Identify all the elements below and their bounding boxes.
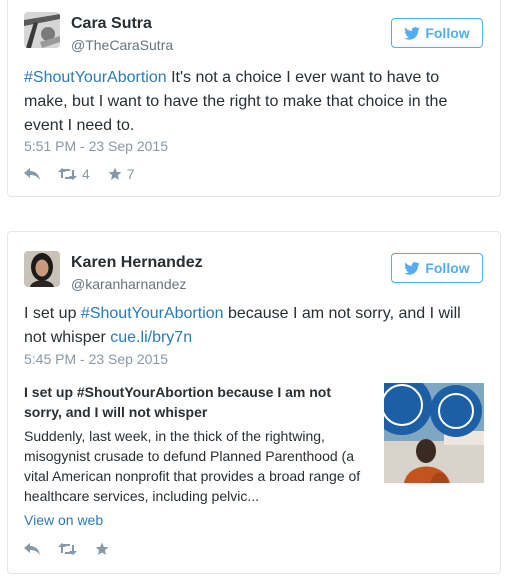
star-icon bbox=[108, 167, 122, 180]
card-description: Suddenly, last week, in the thick of the… bbox=[24, 428, 361, 504]
tweet-text: I set up #ShoutYourAbortion because I am… bbox=[24, 302, 484, 350]
reply-icon bbox=[24, 543, 40, 555]
link-preview-card[interactable]: I set up #ShoutYourAbortion because I am… bbox=[24, 382, 484, 507]
reply-button[interactable] bbox=[24, 168, 40, 180]
tweet-card: Karen Hernandez @karanharnandez Follow I… bbox=[7, 231, 501, 574]
follow-label: Follow bbox=[425, 260, 470, 276]
favorite-button[interactable] bbox=[95, 542, 109, 556]
follow-button[interactable]: Follow bbox=[391, 18, 483, 48]
reply-icon bbox=[24, 168, 40, 180]
favorite-count: 7 bbox=[126, 166, 135, 182]
bird-icon bbox=[404, 261, 421, 275]
retweet-button[interactable] bbox=[58, 543, 77, 555]
avatar[interactable] bbox=[24, 12, 60, 48]
display-name[interactable]: Cara Sutra bbox=[71, 15, 152, 33]
retweet-icon bbox=[58, 543, 77, 555]
avatar[interactable] bbox=[24, 251, 60, 287]
retweet-button[interactable]: 4 bbox=[58, 166, 90, 182]
hashtag-link[interactable]: #ShoutYourAbortion bbox=[81, 305, 224, 322]
tweet-actions bbox=[24, 542, 127, 556]
retweet-count: 4 bbox=[82, 166, 90, 182]
reply-button[interactable] bbox=[24, 543, 40, 555]
favorite-button[interactable]: 7 bbox=[108, 166, 135, 182]
tweet-text: #ShoutYourAbortion It's not a choice I e… bbox=[24, 66, 484, 138]
timestamp[interactable]: 5:45 PM - 23 Sep 2015 bbox=[24, 351, 168, 367]
card-thumbnail[interactable] bbox=[384, 383, 484, 483]
tweet-body-start: I set up bbox=[24, 305, 81, 322]
view-on-web-link[interactable]: View on web bbox=[24, 512, 103, 528]
tweet-card: Cara Sutra @TheCaraSutra Follow #ShoutYo… bbox=[7, 0, 501, 197]
follow-button[interactable]: Follow bbox=[391, 253, 483, 283]
card-title[interactable]: I set up #ShoutYourAbortion because I am… bbox=[24, 382, 354, 422]
user-handle[interactable]: @karanharnandez bbox=[71, 276, 186, 292]
url-link[interactable]: cue.li/bry7n bbox=[110, 329, 192, 346]
timestamp[interactable]: 5:51 PM - 23 Sep 2015 bbox=[24, 138, 168, 154]
bird-icon bbox=[404, 26, 421, 40]
tweet-actions: 4 7 bbox=[24, 166, 153, 182]
follow-label: Follow bbox=[425, 25, 470, 41]
user-handle[interactable]: @TheCaraSutra bbox=[71, 37, 173, 53]
retweet-icon bbox=[58, 168, 77, 180]
star-icon bbox=[95, 542, 109, 555]
display-name[interactable]: Karen Hernandez bbox=[71, 254, 203, 272]
hashtag-link[interactable]: #ShoutYourAbortion bbox=[24, 69, 167, 86]
